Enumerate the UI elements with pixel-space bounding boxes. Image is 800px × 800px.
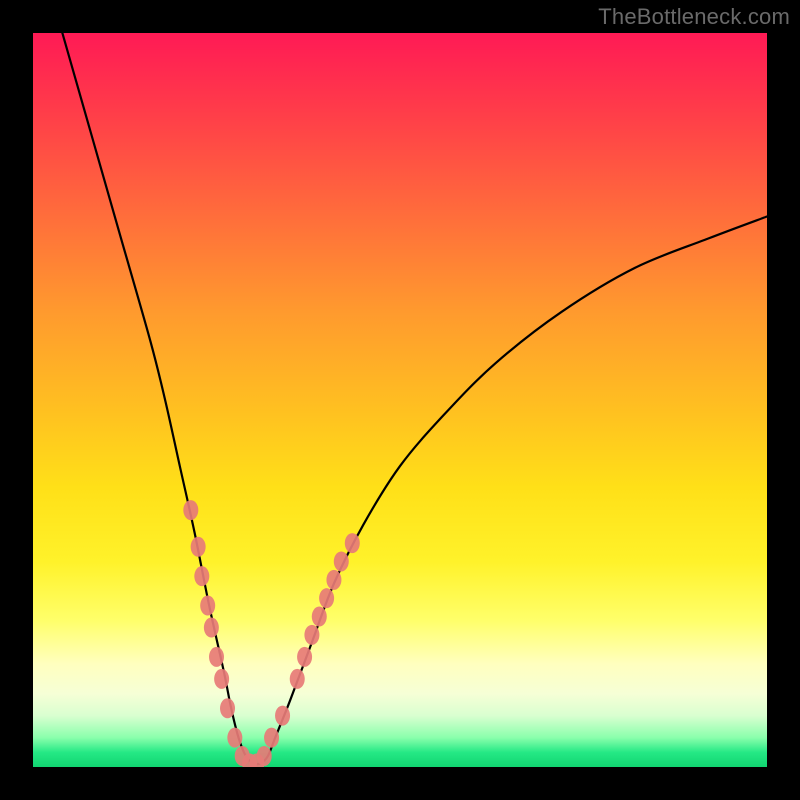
curve-marker [214, 669, 229, 689]
curve-marker [304, 625, 319, 645]
curve-marker [290, 669, 305, 689]
watermark-text: TheBottleneck.com [598, 4, 790, 30]
curve-marker [204, 618, 219, 638]
curve-marker [275, 706, 290, 726]
curve-marker [326, 570, 341, 590]
curve-marker [264, 728, 279, 748]
bottleneck-curve [33, 33, 767, 764]
curve-marker [334, 551, 349, 571]
bottleneck-chart [33, 33, 767, 767]
curve-marker [209, 647, 224, 667]
curve-marker [312, 607, 327, 627]
curve-marker [227, 728, 242, 748]
curve-marker [345, 533, 360, 553]
curve-marker [183, 500, 198, 520]
curve-marker [200, 596, 215, 616]
curve-markers [183, 500, 359, 767]
outer-frame: TheBottleneck.com [0, 0, 800, 800]
curve-marker [194, 566, 209, 586]
curve-marker [220, 698, 235, 718]
curve-marker [297, 647, 312, 667]
curve-marker [191, 537, 206, 557]
plot-area [33, 33, 767, 767]
curve-marker [257, 746, 272, 766]
curve-marker [319, 588, 334, 608]
